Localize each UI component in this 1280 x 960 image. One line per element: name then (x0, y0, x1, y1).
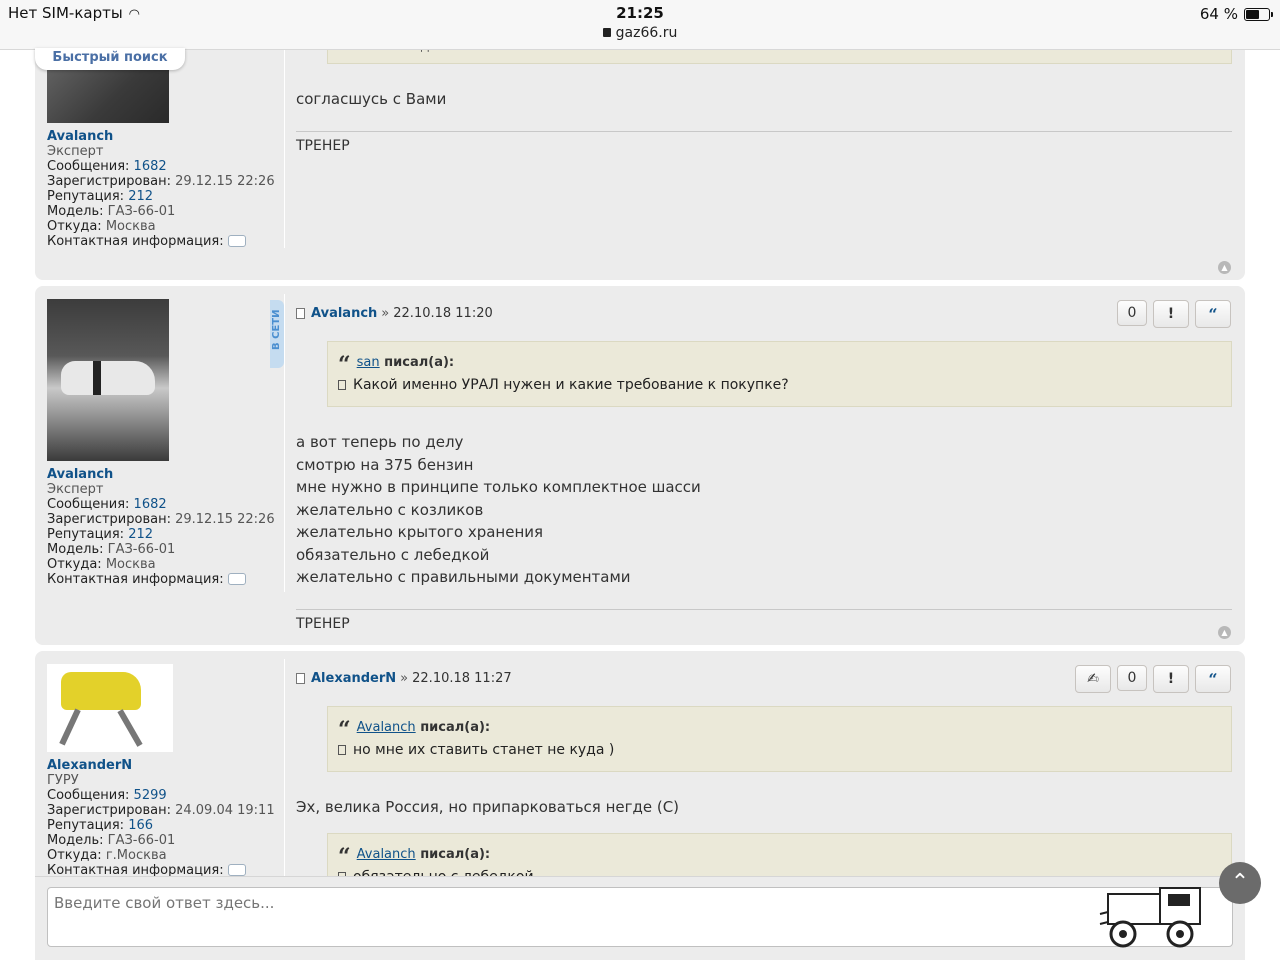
car-shape (61, 361, 155, 395)
quick-reply-bar (35, 876, 1245, 960)
divider (284, 659, 285, 891)
quote-block: “san писал(а): Какой именно УРАЛ нужен и… (327, 341, 1232, 407)
divider (284, 30, 285, 248)
post-author[interactable]: AlexanderN (311, 671, 396, 686)
report-button[interactable]: ! (1153, 300, 1189, 328)
battery-indicator: 64 % (1199, 5, 1273, 23)
post-2-body: Avalanch » 22.10.18 11:20 “san писал(а):… (296, 301, 1232, 632)
post-3-body: AlexanderN » 22.10.18 11:27 “Avalanch пи… (296, 666, 1232, 899)
post-text: согласшусь с Вами (296, 90, 447, 108)
post-line: обязательно с лебедкой (296, 545, 490, 564)
username[interactable]: Avalanch (47, 129, 287, 144)
signature-divider (296, 130, 1232, 132)
avatar[interactable] (47, 299, 169, 461)
username[interactable]: Avalanch (47, 467, 287, 482)
post-text: а вот теперь по делу смотрю на 375 бензи… (296, 431, 1232, 589)
lock-icon (602, 28, 611, 37)
edit-button[interactable]: ✍ (1075, 665, 1111, 693)
post-date: 22.10.18 11:20 (393, 305, 493, 321)
post-date: 22.10.18 11:27 (412, 670, 512, 686)
registered-date: 29.12.15 22:26 (175, 174, 275, 189)
username[interactable]: AlexanderN (47, 758, 287, 773)
quote-source-icon[interactable] (338, 745, 346, 755)
battery-icon (1244, 7, 1273, 21)
post-author[interactable]: Avalanch (311, 306, 377, 321)
back-to-top-icon[interactable]: ▲ (1218, 261, 1231, 274)
report-button[interactable]: ! (1153, 665, 1189, 693)
signature: ТРЕНЕР (296, 615, 350, 632)
post-line: желательно с козликов (296, 500, 484, 519)
vehicle-model: ГАЗ-66-01 (107, 204, 176, 219)
post-link-icon[interactable] (296, 672, 305, 684)
contact-icon[interactable] (227, 235, 246, 247)
contact-icon[interactable] (227, 864, 246, 876)
thumb-icon: ✍ (1087, 671, 1099, 687)
quote-text: но мне их ставить станет не куда ) (353, 742, 615, 758)
registered-date: 24.09.04 19:11 (175, 803, 275, 818)
reply-input[interactable] (47, 887, 1233, 947)
clock: 21:25 (616, 4, 664, 22)
scroll-to-top-button[interactable]: ⌃ (1219, 862, 1261, 904)
back-to-top-icon[interactable]: ▲ (1218, 626, 1231, 639)
reputation[interactable]: 212 (128, 189, 153, 204)
post-2: Avalanch Эксперт Сообщения: 1682 Зарегис… (35, 286, 1245, 645)
battery-fill (1246, 9, 1259, 19)
quick-search-tab[interactable]: Быстрый поиск (35, 48, 185, 70)
quote-button[interactable]: “ (1195, 300, 1231, 328)
reputation[interactable]: 212 (128, 527, 153, 542)
chevron-up-icon: ⌃ (1230, 870, 1250, 895)
user-rank: Эксперт (47, 482, 104, 497)
quote-button[interactable]: “ (1195, 665, 1231, 693)
quote-author-link[interactable]: san (357, 355, 380, 370)
post-3: AlexanderN ГУРУ Сообщения: 5299 Зарегист… (35, 651, 1245, 899)
address-bar[interactable]: gaz66.ru (0, 25, 1280, 41)
post-actions: 0 ! “ (1117, 300, 1231, 328)
online-badge: В СЕТИ (270, 300, 284, 368)
vehicle-model: ГАЗ-66-01 (107, 833, 176, 848)
quote-block: “Avalanch писал(а): но мне их ставить ст… (327, 706, 1232, 772)
quote-author-link[interactable]: Avalanch (357, 720, 416, 735)
post-count[interactable]: 5299 (134, 788, 167, 803)
user-rank: ГУРУ (47, 773, 79, 788)
status-bar: Нет SIM-карты ◠ 21:25 gaz66.ru 64 % (0, 0, 1280, 50)
quote-text: Какой именно УРАЛ нужен и какие требован… (353, 377, 789, 393)
post-count[interactable]: 1682 (134, 159, 167, 174)
post-text: Эх, велика Россия, но припарковаться нег… (296, 798, 680, 816)
like-count-button[interactable]: 0 (1117, 300, 1147, 326)
battery-percent: 64 % (1199, 5, 1238, 23)
location: Москва (105, 219, 156, 234)
post-actions: ✍ 0 ! “ (1075, 665, 1231, 693)
post-1-profile: Avalanch Эксперт Сообщения: 1682 Зарегис… (47, 46, 287, 249)
quote-author-link[interactable]: Avalanch (357, 847, 416, 862)
truck-logo-icon (1099, 887, 1201, 948)
post-line: желательно с правильными документами (296, 568, 631, 586)
post-3-profile: AlexanderN ГУРУ Сообщения: 5299 Зарегист… (47, 664, 287, 878)
like-count-button[interactable]: 0 (1117, 665, 1147, 691)
post-header: Avalanch » 22.10.18 11:20 (296, 301, 1232, 325)
location: Москва (105, 557, 156, 572)
post-link-icon[interactable] (296, 307, 305, 319)
yellow-car-shape (61, 672, 141, 710)
post-line: смотрю на 375 бензин (296, 455, 474, 474)
car-stripe (93, 361, 101, 395)
reputation[interactable]: 166 (128, 818, 153, 833)
contact-icon[interactable] (227, 573, 246, 585)
signature: ТРЕНЕР (296, 137, 350, 154)
post-line: а вот теперь по делу (296, 433, 464, 451)
registered-date: 29.12.15 22:26 (175, 512, 275, 527)
divider (284, 294, 285, 592)
post-2-profile: Avalanch Эксперт Сообщения: 1682 Зарегис… (47, 299, 287, 587)
quote-source-icon[interactable] (338, 380, 346, 390)
location: г.Москва (105, 848, 167, 863)
avatar[interactable] (47, 664, 173, 752)
post-line: желательно крытого хранения (296, 523, 544, 541)
signature-divider (296, 608, 1232, 610)
url-text: gaz66.ru (615, 25, 678, 41)
post-line: мне нужно в принципе только комплектное … (296, 478, 701, 496)
vehicle-model: ГАЗ-66-01 (107, 542, 176, 557)
post-1: Avalanch Эксперт Сообщения: 1682 Зарегис… (35, 30, 1245, 280)
user-rank: Эксперт (47, 144, 104, 159)
post-count[interactable]: 1682 (134, 497, 167, 512)
